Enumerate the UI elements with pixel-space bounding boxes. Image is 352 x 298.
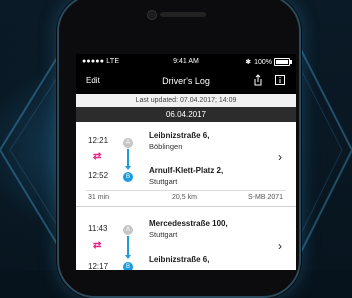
- start-street: Mercedesstraße 100,: [149, 219, 228, 228]
- info-icon[interactable]: [274, 74, 286, 86]
- end-marker-icon: B: [123, 172, 133, 182]
- top-bar: ●●●●● LTE 9:41 AM ✱ 100% Edit Driver's Lo…: [76, 54, 296, 94]
- start-city: Stuttgart: [149, 230, 178, 239]
- trip-duration: 31 min: [88, 194, 110, 201]
- route-line: [127, 236, 129, 256]
- trip-distance: 20,5 km: [172, 194, 197, 201]
- chevron-right-icon[interactable]: ›: [278, 150, 282, 164]
- share-icon[interactable]: [252, 74, 264, 86]
- start-street: Leibnizstraße 6,: [149, 131, 210, 140]
- start-marker-icon: A: [123, 225, 133, 235]
- end-street: Leibnizstraße 6,: [149, 255, 210, 264]
- status-bar: ●●●●● LTE 9:41 AM ✱ 100%: [76, 54, 296, 70]
- navigation-bar: Edit Driver's Log: [76, 70, 296, 94]
- battery-percent: 100%: [254, 59, 272, 66]
- phone-screen: ●●●●● LTE 9:41 AM ✱ 100% Edit Driver's Lo…: [76, 54, 296, 270]
- trip-row[interactable]: 12:21 ⇄ 12:52 A B Leibnizstraße 6, Böbli…: [76, 122, 296, 205]
- route-arrow-icon: [125, 255, 131, 259]
- end-city: Stuttgart: [149, 177, 178, 186]
- trip-row[interactable]: 11:43 ⇄ 12:17 A B Mercedesstraße 100, St…: [76, 207, 296, 270]
- trip-start-time: 11:43: [88, 224, 108, 233]
- trip-separator: [86, 190, 286, 191]
- chevron-right-icon[interactable]: ›: [278, 239, 282, 253]
- start-city: Böblingen: [149, 142, 183, 151]
- end-marker-icon: B: [123, 262, 133, 270]
- end-street: Arnulf-Klett-Platz 2,: [149, 166, 224, 175]
- bluetooth-icon: ✱: [245, 59, 252, 66]
- date-header: 06.04.2017: [76, 107, 296, 122]
- start-marker-icon: A: [123, 138, 133, 148]
- trip-end-time: 12:17: [88, 262, 109, 270]
- trip-start-time: 12:21: [88, 136, 109, 145]
- camera: [147, 10, 157, 20]
- route-arrow-icon: [125, 166, 131, 170]
- trip-vehicle: S-MB 2071: [248, 194, 284, 201]
- battery-icon: [274, 58, 292, 67]
- speaker: [160, 12, 206, 17]
- route-line: [127, 149, 129, 167]
- swap-icon: ⇄: [93, 240, 102, 251]
- trip-end-time: 12:52: [88, 171, 109, 180]
- status-right: ✱ 100%: [245, 58, 292, 67]
- swap-icon: ⇄: [93, 151, 102, 162]
- last-updated: Last updated: 07.04.2017; 14:09: [76, 94, 296, 107]
